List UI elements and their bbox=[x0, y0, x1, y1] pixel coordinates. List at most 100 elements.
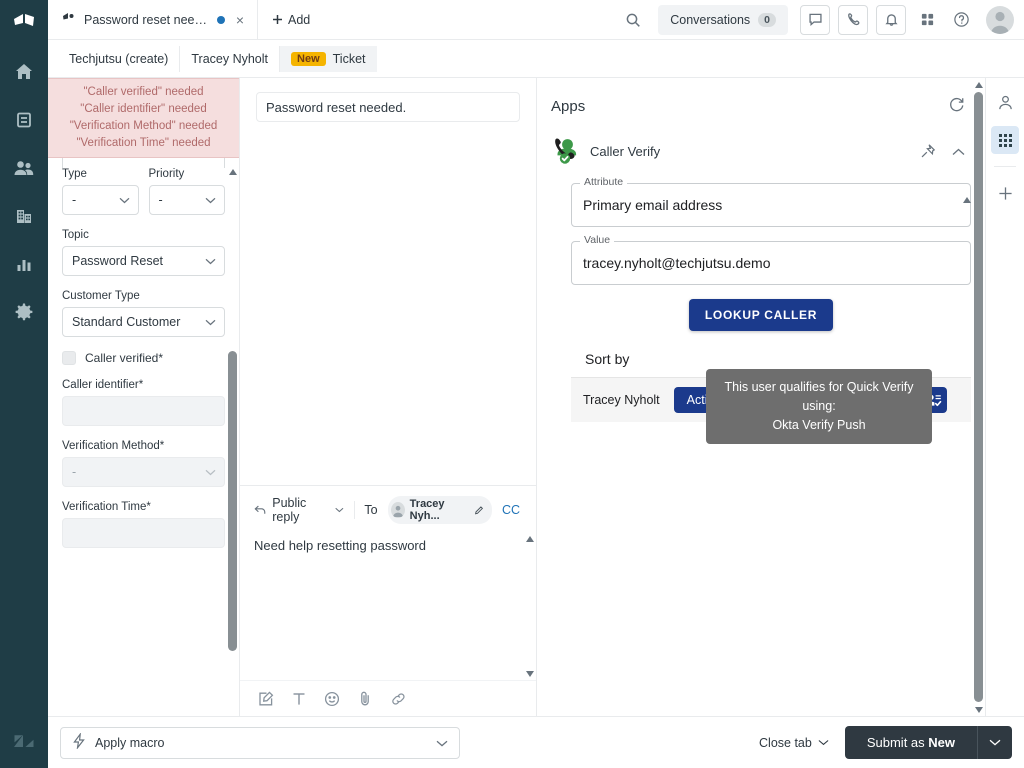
subject-value: Password reset needed. bbox=[266, 100, 406, 115]
refresh-icon[interactable] bbox=[948, 96, 965, 116]
cc-button[interactable]: CC bbox=[502, 503, 522, 517]
breadcrumb-brand[interactable]: Techjutsu (create) bbox=[58, 46, 180, 72]
field-label-verification-method: Verification Method* bbox=[62, 440, 225, 452]
rail-apps-grid-icon[interactable] bbox=[991, 126, 1019, 154]
value-value: tracey.nyholt@techjutsu.demo bbox=[583, 255, 771, 271]
top-header: Password reset need... × Add bbox=[48, 0, 1024, 40]
scroll-down-arrow[interactable] bbox=[523, 667, 536, 680]
verification-method-select[interactable]: - bbox=[62, 457, 225, 487]
sidebar-item-views[interactable] bbox=[0, 96, 48, 144]
macro-icon bbox=[72, 733, 86, 752]
scrollbar-thumb[interactable] bbox=[974, 92, 983, 702]
sidebar-item-admin[interactable] bbox=[0, 288, 48, 336]
app-inner-scrollbar[interactable] bbox=[960, 193, 971, 556]
chat-icon[interactable] bbox=[800, 5, 830, 35]
user-avatar[interactable] bbox=[986, 6, 1014, 34]
tab-strip: Password reset need... × Add bbox=[48, 0, 324, 39]
verification-time-input[interactable] bbox=[62, 518, 225, 548]
sidebar-item-customers[interactable] bbox=[0, 144, 48, 192]
value-input[interactable]: tracey.nyholt@techjutsu.demo bbox=[571, 241, 971, 285]
scroll-up-arrow[interactable] bbox=[523, 532, 536, 545]
link-icon[interactable] bbox=[390, 691, 407, 707]
error-line: "Caller identifier" needed bbox=[52, 101, 235, 118]
search-icon[interactable] bbox=[618, 5, 648, 35]
global-nav bbox=[0, 0, 48, 768]
properties-scroll-area: Type - Priority - bbox=[48, 158, 239, 716]
chevron-down-icon bbox=[205, 465, 216, 479]
lookup-button-wrap: LOOKUP CALLER bbox=[571, 299, 971, 331]
scroll-up-arrow[interactable] bbox=[972, 78, 985, 91]
help-icon[interactable] bbox=[946, 5, 976, 35]
error-line: "Verification Time" needed bbox=[52, 135, 235, 152]
priority-select[interactable]: - bbox=[149, 185, 226, 215]
type-select[interactable]: - bbox=[62, 185, 139, 215]
main-column: Password reset need... × Add bbox=[48, 0, 1024, 768]
field-caller-verified[interactable]: Caller verified* bbox=[62, 351, 225, 365]
recipient-chip[interactable]: Tracey Nyh... bbox=[388, 496, 492, 524]
subject-input[interactable]: Password reset needed. bbox=[256, 92, 520, 122]
value-label: Value bbox=[580, 234, 614, 246]
properties-scrollbar[interactable] bbox=[226, 165, 239, 716]
text-format-icon[interactable] bbox=[292, 691, 306, 707]
sidebar-item-organizations[interactable] bbox=[0, 192, 48, 240]
composer: Public reply To Tracey Nyh... bbox=[240, 485, 536, 716]
compose-icon[interactable] bbox=[258, 691, 274, 707]
edit-icon bbox=[474, 505, 484, 516]
composer-header: Public reply To Tracey Nyh... bbox=[240, 486, 536, 532]
status-badge: New bbox=[291, 52, 326, 66]
app-card-header: Caller Verify bbox=[551, 126, 971, 179]
rail-user-icon[interactable] bbox=[991, 88, 1019, 116]
caller-identifier-input[interactable] bbox=[62, 396, 225, 426]
chevron-up-icon[interactable] bbox=[952, 148, 965, 156]
ticket-tab[interactable]: Password reset need... × bbox=[48, 0, 258, 39]
tab-label: Password reset need... bbox=[84, 13, 209, 27]
field-partial-above bbox=[62, 158, 225, 168]
breadcrumb-requester[interactable]: Tracey Nyholt bbox=[180, 46, 280, 72]
error-line: "Caller verified" needed bbox=[52, 84, 235, 101]
zendesk-agent-workspace: Password reset need... × Add bbox=[0, 0, 1024, 768]
partial-field[interactable] bbox=[62, 158, 225, 168]
apps-panel: Apps bbox=[537, 78, 985, 716]
add-tab-button[interactable]: Add bbox=[258, 0, 324, 39]
bell-icon[interactable] bbox=[876, 5, 906, 35]
caller-verified-checkbox[interactable] bbox=[62, 351, 76, 365]
submit-button[interactable]: Submit as New bbox=[845, 726, 978, 759]
attachment-icon[interactable] bbox=[358, 690, 372, 707]
apps-title: Apps bbox=[551, 98, 585, 115]
apps-panel-scrollbar[interactable] bbox=[972, 78, 985, 716]
emoji-icon[interactable] bbox=[324, 691, 340, 707]
chevron-down-icon bbox=[989, 739, 1001, 746]
sidebar-item-home[interactable] bbox=[0, 48, 48, 96]
channel-selector[interactable]: Public reply bbox=[254, 496, 344, 524]
rail-plus-icon[interactable] bbox=[991, 179, 1019, 207]
sidebar-item-reporting[interactable] bbox=[0, 240, 48, 288]
composer-scrollbar[interactable] bbox=[523, 532, 536, 680]
field-verification-time: Verification Time* bbox=[62, 501, 225, 548]
customer-type-select[interactable]: Standard Customer bbox=[62, 307, 225, 337]
close-tab-button[interactable]: Close tab bbox=[759, 736, 829, 750]
phone-icon[interactable] bbox=[838, 5, 868, 35]
close-icon[interactable]: × bbox=[233, 11, 247, 29]
scroll-down-arrow[interactable] bbox=[972, 703, 985, 716]
zendesk-logo[interactable] bbox=[0, 0, 48, 48]
recipient-name: Tracey Nyh... bbox=[410, 498, 470, 522]
field-label-type: Type bbox=[62, 168, 139, 180]
apply-macro-select[interactable]: Apply macro bbox=[60, 727, 460, 759]
context-rail bbox=[985, 78, 1024, 716]
lookup-caller-button[interactable]: LOOKUP CALLER bbox=[689, 299, 833, 331]
field-label-customer-type: Customer Type bbox=[62, 290, 225, 302]
attribute-input[interactable]: Primary email address bbox=[571, 183, 971, 227]
apps-grid-icon[interactable] bbox=[912, 5, 942, 35]
apps-header: Apps bbox=[537, 78, 985, 126]
submit-dropdown-button[interactable] bbox=[978, 726, 1012, 759]
topic-value: Password Reset bbox=[72, 254, 163, 268]
topic-select[interactable]: Password Reset bbox=[62, 246, 225, 276]
pin-icon[interactable] bbox=[919, 143, 936, 160]
scrollbar-thumb[interactable] bbox=[228, 351, 237, 651]
field-priority: Priority - bbox=[149, 168, 226, 215]
conversations-button[interactable]: Conversations 0 bbox=[658, 5, 788, 35]
scroll-up-arrow[interactable] bbox=[226, 165, 239, 178]
chevron-down-icon bbox=[205, 315, 216, 329]
chevron-down-icon bbox=[205, 193, 216, 207]
composer-body[interactable]: Need help resetting password bbox=[240, 532, 536, 680]
